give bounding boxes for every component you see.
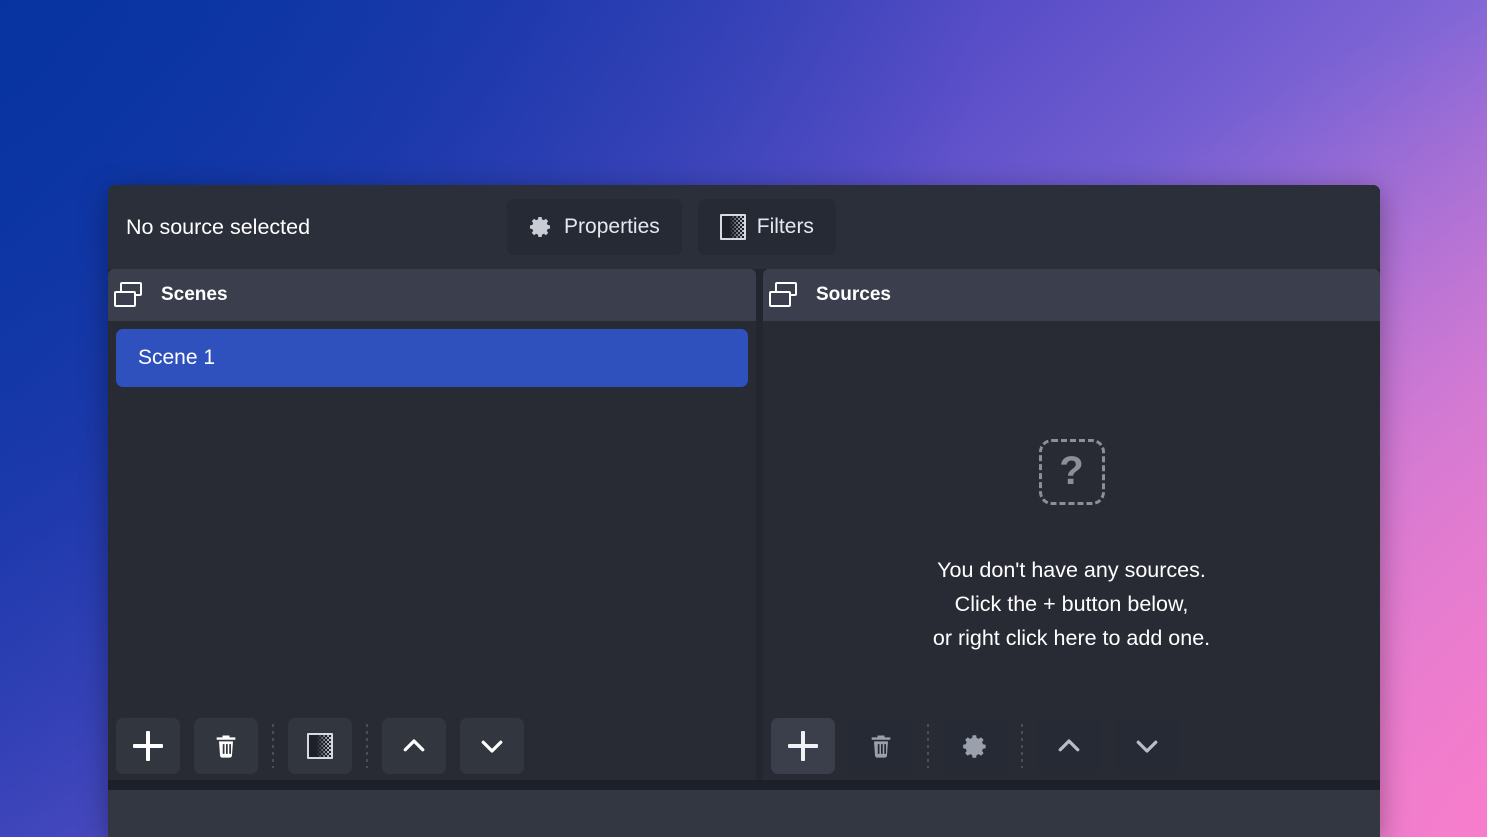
dock-icon bbox=[114, 282, 142, 308]
move-scene-down-button[interactable] bbox=[460, 718, 524, 774]
remove-scene-button[interactable] bbox=[194, 718, 258, 774]
sources-panel-title: Sources bbox=[816, 284, 891, 306]
question-placeholder-icon: ? bbox=[1039, 439, 1105, 505]
gear-icon bbox=[962, 733, 989, 760]
panel-gap-divider bbox=[108, 780, 1380, 790]
sources-panel: Sources ? You don't have any sources. Cl… bbox=[763, 269, 1380, 787]
dotted-separator bbox=[927, 724, 929, 768]
remove-source-button[interactable] bbox=[849, 718, 913, 774]
properties-button-label: Properties bbox=[564, 215, 660, 239]
add-scene-button[interactable] bbox=[116, 718, 180, 774]
empty-state-line-2: Click the + button below, bbox=[955, 587, 1189, 621]
scenes-panel: Scenes Scene 1 bbox=[108, 269, 756, 787]
chevron-up-icon bbox=[1054, 731, 1084, 761]
move-scene-up-button[interactable] bbox=[382, 718, 446, 774]
obs-main-window: No source selected Properties Filters Sc… bbox=[108, 185, 1380, 837]
list-item[interactable]: Scene 1 bbox=[116, 329, 748, 387]
scene-item-label: Scene 1 bbox=[138, 346, 215, 370]
dotted-separator bbox=[272, 724, 274, 768]
trash-icon bbox=[212, 732, 240, 760]
plus-icon bbox=[788, 731, 818, 761]
sources-panel-header: Sources bbox=[763, 269, 1380, 321]
sources-toolbar bbox=[763, 705, 1380, 787]
source-toolbar: No source selected Properties Filters bbox=[108, 185, 1380, 269]
plus-icon bbox=[133, 731, 163, 761]
scene-filters-button[interactable] bbox=[288, 718, 352, 774]
dock-icon bbox=[769, 282, 797, 308]
filters-button[interactable]: Filters bbox=[698, 199, 836, 255]
move-source-down-button[interactable] bbox=[1115, 718, 1179, 774]
scene-list: Scene 1 bbox=[108, 321, 756, 387]
panels-row: Scenes Scene 1 bbox=[108, 269, 1380, 787]
gear-icon bbox=[529, 215, 553, 239]
sources-empty-state: ? You don't have any sources. Click the … bbox=[763, 439, 1380, 655]
empty-state-line-3: or right click here to add one. bbox=[933, 621, 1210, 655]
source-properties-button[interactable] bbox=[943, 718, 1007, 774]
chevron-down-icon bbox=[1132, 731, 1162, 761]
filters-icon bbox=[307, 733, 333, 759]
chevron-down-icon bbox=[477, 731, 507, 761]
add-source-button[interactable] bbox=[771, 718, 835, 774]
chevron-up-icon bbox=[399, 731, 429, 761]
no-source-selected-label: No source selected bbox=[126, 215, 310, 240]
lower-dock-panel bbox=[108, 790, 1380, 837]
filters-button-label: Filters bbox=[757, 215, 814, 239]
properties-button[interactable]: Properties bbox=[507, 199, 682, 255]
sources-panel-body[interactable]: ? You don't have any sources. Click the … bbox=[763, 321, 1380, 705]
scenes-panel-body[interactable]: Scene 1 bbox=[108, 321, 756, 705]
question-mark-glyph: ? bbox=[1059, 451, 1083, 491]
trash-icon bbox=[867, 732, 895, 760]
scenes-toolbar bbox=[108, 705, 756, 787]
move-source-up-button[interactable] bbox=[1037, 718, 1101, 774]
filters-icon bbox=[720, 214, 746, 240]
dotted-separator bbox=[1021, 724, 1023, 768]
scenes-panel-header: Scenes bbox=[108, 269, 756, 321]
empty-state-line-1: You don't have any sources. bbox=[937, 553, 1206, 587]
scenes-panel-title: Scenes bbox=[161, 284, 228, 306]
dotted-separator bbox=[366, 724, 368, 768]
